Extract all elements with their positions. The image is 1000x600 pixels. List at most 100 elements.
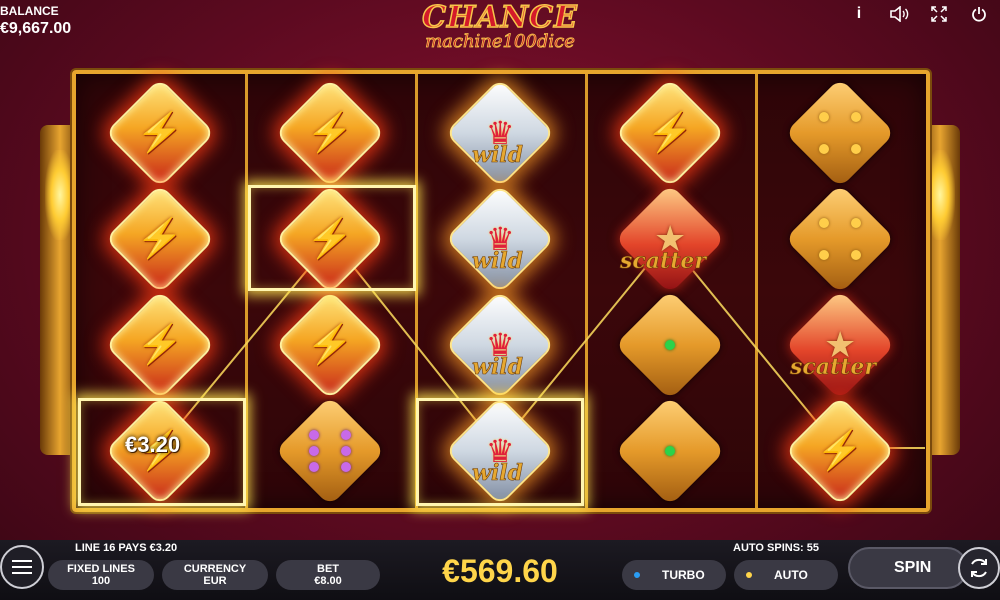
dice-pip — [649, 324, 659, 334]
dice-pip — [341, 430, 351, 440]
dice-pip — [819, 144, 829, 154]
dice-block: ⚡ — [274, 77, 386, 189]
bet-button[interactable]: BET €8.00 — [276, 560, 380, 590]
dice-block: ★ — [784, 289, 896, 401]
win-highlight-box — [248, 185, 416, 291]
reel-5-symbol-dice — [760, 77, 920, 189]
turbo-toggle[interactable]: TURBO — [622, 560, 726, 590]
dice-block: ⚡ — [274, 289, 386, 401]
dice-pip — [325, 446, 335, 456]
reel-5-symbol-bolt: ⚡ — [760, 395, 920, 507]
dice-pip — [649, 340, 659, 350]
reel-3-symbol-wild: ♛ wild — [420, 289, 580, 401]
sound-icon[interactable] — [886, 2, 912, 26]
spin-button[interactable]: SPIN — [848, 547, 968, 589]
power-icon[interactable] — [966, 2, 992, 26]
dice-pip — [681, 340, 691, 350]
auto-toggle[interactable]: AUTO — [734, 560, 838, 590]
dice-pip — [681, 356, 691, 366]
lightning-bolt-icon: ⚡ — [646, 111, 694, 154]
lightning-bolt-icon: ⚡ — [136, 111, 184, 154]
dice-block — [274, 395, 386, 507]
spin-refresh-icon[interactable] — [958, 547, 1000, 589]
reel-2-symbol-dice — [250, 395, 410, 507]
dice-pip — [851, 218, 861, 228]
dice-pip — [681, 462, 691, 472]
win-highlight-box — [416, 398, 584, 506]
dice-pip — [649, 430, 659, 440]
dice-pip — [681, 430, 691, 440]
dice-pips — [309, 430, 351, 472]
dice-pip — [309, 462, 319, 472]
fixed-lines-value: 100 — [91, 575, 111, 587]
dice-block: ⚡ — [104, 77, 216, 189]
dice-pip — [819, 112, 829, 122]
dice-pip — [835, 144, 845, 154]
reel-1-symbol-bolt: ⚡ — [80, 183, 240, 295]
fixed-lines-display: FIXED LINES 100 — [48, 560, 154, 590]
dice-pip — [665, 356, 675, 366]
win-amount-label: €3.20 — [125, 432, 181, 457]
dice-block: ♛ — [444, 289, 556, 401]
lightning-bolt-icon: ⚡ — [136, 217, 184, 260]
dice-pip — [835, 218, 845, 228]
dice-pip — [681, 324, 691, 334]
info-icon[interactable]: i — [846, 2, 872, 26]
lightning-bolt-icon: ⚡ — [306, 111, 354, 154]
dice-pip — [851, 112, 861, 122]
logo-title: CHANCE — [421, 0, 578, 35]
reel-3-symbol-wild: ♛ wild — [420, 183, 580, 295]
reel-1-symbol-bolt: ⚡ — [80, 77, 240, 189]
dice-pips — [649, 430, 691, 472]
line-win-info: LINE 16 PAYS €3.20 — [75, 542, 178, 554]
reel-3-symbol-wild: ♛ wild — [420, 77, 580, 189]
auto-label: AUTO — [774, 568, 808, 582]
dice-pip — [325, 462, 335, 472]
dice-pip — [681, 446, 691, 456]
dice-pip — [819, 128, 829, 138]
bet-label: BET — [317, 563, 339, 575]
dice-block — [784, 183, 896, 295]
currency-display: CURRENCY EUR — [162, 560, 268, 590]
dice-pip — [649, 446, 659, 456]
dice-pip — [851, 234, 861, 244]
dice-block: ♛ — [444, 77, 556, 189]
reel-4-symbol-dice — [590, 395, 750, 507]
dice-pip — [325, 430, 335, 440]
reel-5-symbol-dice — [760, 183, 920, 295]
dice-pips — [649, 324, 691, 366]
dice-block: ♛ — [444, 183, 556, 295]
dice-pip — [665, 446, 675, 456]
dice-pip — [835, 112, 845, 122]
dice-block — [784, 77, 896, 189]
dice-block: ⚡ — [104, 289, 216, 401]
dice-block: ★ — [614, 183, 726, 295]
fullscreen-icon[interactable] — [926, 2, 952, 26]
dice-pip — [341, 462, 351, 472]
reel-2-symbol-bolt: ⚡ — [250, 77, 410, 189]
star-icon: ★ — [823, 324, 857, 365]
balance-label: BALANCE — [0, 4, 59, 18]
crown-icon: ♛ — [485, 115, 515, 151]
reel-4-symbol-scatter: ★ scatter — [590, 183, 750, 295]
spin-label: SPIN — [894, 559, 932, 576]
currency-value: EUR — [203, 575, 227, 587]
dice-pip — [665, 324, 675, 334]
lightning-bolt-icon: ⚡ — [306, 323, 354, 366]
lightning-bolt-icon: ⚡ — [136, 323, 184, 366]
dice-pip — [851, 144, 861, 154]
game-logo: CHANCE machine100dice — [395, 0, 605, 51]
reel-4-symbol-dice — [590, 289, 750, 401]
hamburger-icon — [12, 560, 32, 574]
left-glow — [45, 150, 75, 240]
dice-pip — [309, 446, 319, 456]
dice-pip — [851, 128, 861, 138]
total-win-display: €569.60 — [442, 553, 558, 589]
dice-pip — [665, 430, 675, 440]
dice-pip — [341, 446, 351, 456]
crown-icon: ♛ — [485, 221, 515, 257]
dice-pip — [851, 250, 861, 260]
dice-block — [614, 289, 726, 401]
menu-button[interactable] — [0, 545, 44, 589]
dice-block — [614, 395, 726, 507]
